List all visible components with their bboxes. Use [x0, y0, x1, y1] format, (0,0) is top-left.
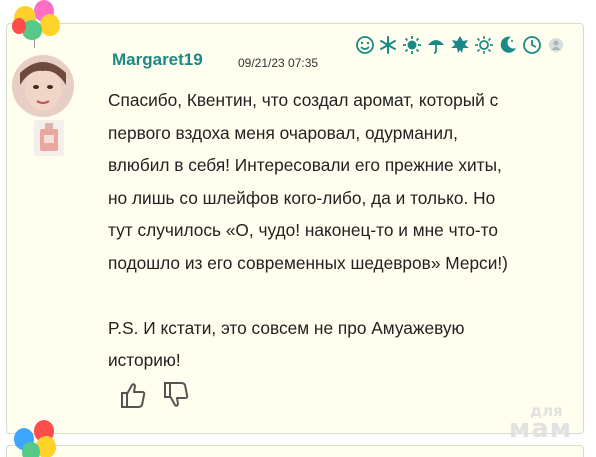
- avatar[interactable]: [12, 55, 74, 117]
- comment-line: P.S. И кстати, это совсем не про Амуажев…: [108, 317, 465, 338]
- balloons-decoration: [10, 420, 64, 457]
- moon-icon[interactable]: [498, 35, 518, 55]
- comment-line: Спасибо, Квентин, что создал аромат, кот…: [108, 90, 499, 110]
- comment-line: но лишь со шлейфов кого-либо, да и тольк…: [108, 187, 496, 208]
- comment-line: историю!: [108, 350, 181, 370]
- comment-line: влюбил в себя! Интересовали его прежние …: [108, 155, 502, 175]
- perfume-bottle-badge[interactable]: [34, 120, 64, 156]
- leaf-icon[interactable]: [450, 35, 470, 55]
- comment-date: 09/21/23 07:35: [238, 56, 319, 70]
- next-comment-card: [6, 445, 584, 457]
- comment-author[interactable]: Margaret19: [112, 50, 203, 70]
- person-icon[interactable]: [546, 35, 566, 55]
- smile-icon[interactable]: [355, 35, 375, 55]
- sun-icon[interactable]: [402, 35, 422, 55]
- comment-line: подошло из его современных шедевров» Мер…: [108, 252, 508, 273]
- balloons-decoration: [10, 0, 64, 48]
- snowflake-icon[interactable]: [378, 35, 398, 55]
- comment-line: тут случилось «О, чудо! наконец-то и мне…: [108, 220, 499, 240]
- comment-line: [108, 279, 578, 312]
- thumbs-down-icon[interactable]: [161, 381, 191, 409]
- site-watermark: для мам: [509, 402, 573, 444]
- clock-icon[interactable]: [522, 35, 542, 55]
- thumbs-up-icon[interactable]: [118, 381, 148, 409]
- comment-line: первого вздоха меня очаровал, одурманил,: [108, 122, 458, 143]
- umbrella-icon[interactable]: [426, 35, 446, 55]
- comment-text: Спасибо, Квентин, что создал аромат, кот…: [108, 84, 578, 377]
- sun-outline-icon[interactable]: [474, 35, 494, 55]
